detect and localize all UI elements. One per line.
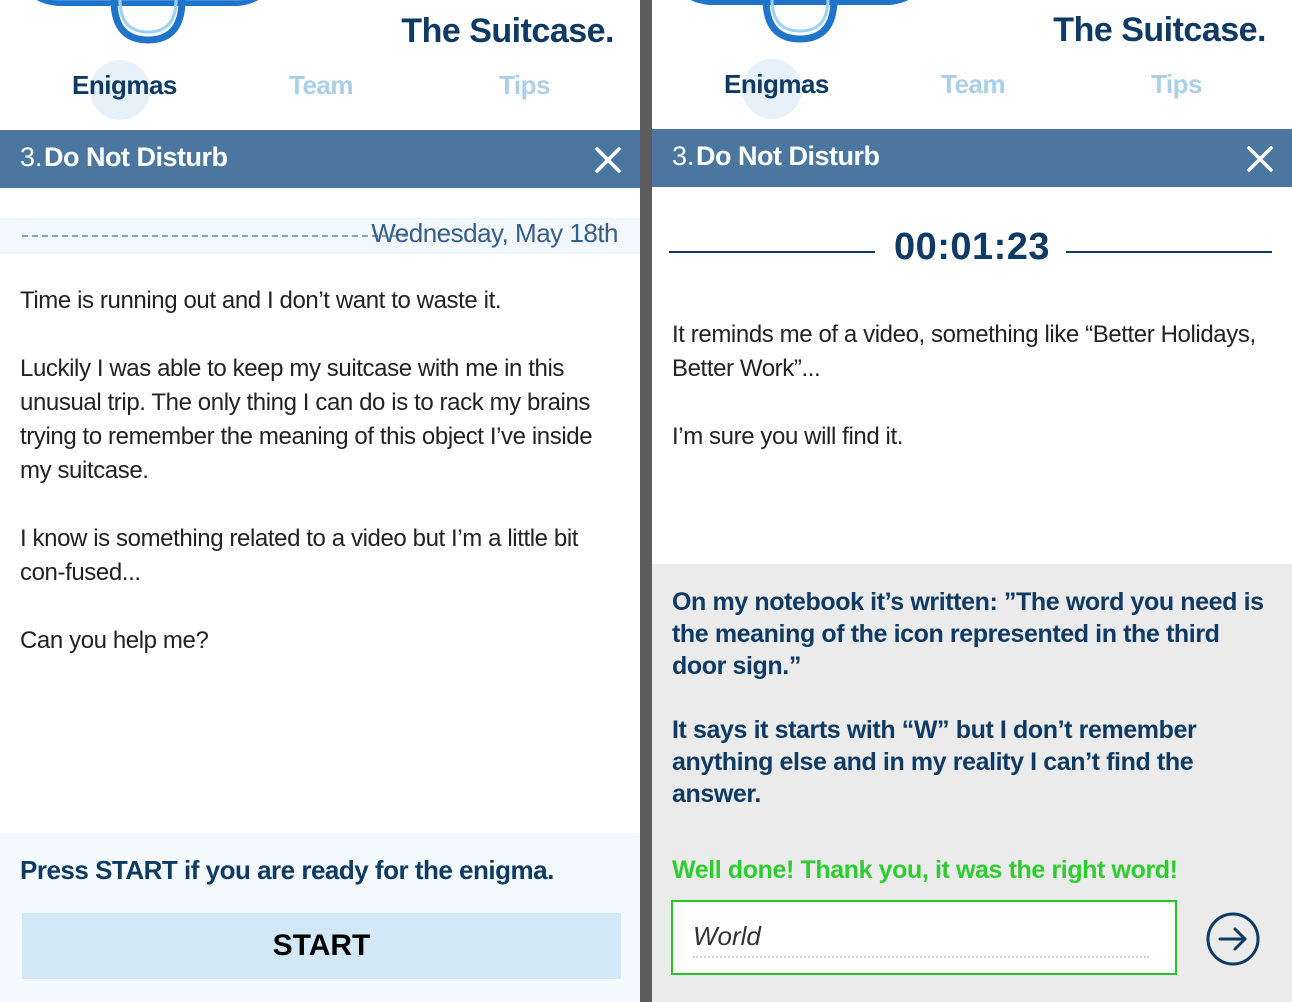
suitcase-logo xyxy=(36,0,259,44)
suitcase-logo xyxy=(690,0,909,43)
tab-enigmas[interactable]: Enigmas xyxy=(72,70,177,101)
story-paragraph: I’m sure you will find it. xyxy=(672,423,904,450)
right-screen: The Suitcase. Enigmas Team Tips 3. Do No… xyxy=(652,0,1292,1002)
tab-team[interactable]: Team xyxy=(289,70,354,101)
story-text: Time is running out and I don’t want to … xyxy=(20,284,620,692)
answer-field-box xyxy=(671,900,1177,975)
countdown-timer: 00:01:23 xyxy=(893,226,1051,268)
enigma-title-bar: 3. Do Not Disturb xyxy=(652,129,1292,187)
tab-team[interactable]: Team xyxy=(941,69,1006,100)
hint-area: On my notebook it’s written: ”The word y… xyxy=(652,564,1292,1002)
timer-divider-right xyxy=(1066,251,1272,253)
enigma-title-bar: 3. Do Not Disturb xyxy=(0,130,640,188)
tab-tips[interactable]: Tips xyxy=(499,70,550,101)
start-button[interactable]: START xyxy=(22,913,621,979)
start-prompt: Press START if you are ready for the eni… xyxy=(20,855,554,885)
date-divider xyxy=(22,235,408,237)
story-paragraph: Time is running out and I don’t want to … xyxy=(20,287,502,314)
hint-text: On my notebook it’s written: ”The word y… xyxy=(672,586,1272,842)
enigma-title: Do Not Disturb xyxy=(696,141,880,171)
story-paragraph: Luckily I was able to keep my suitcase w… xyxy=(20,355,593,484)
app-title: The Suitcase. xyxy=(401,12,614,50)
tab-enigmas[interactable]: Enigmas xyxy=(724,69,829,100)
story-paragraph: It reminds me of a video, something like… xyxy=(672,321,1256,382)
story-date: Wednesday, May 18th xyxy=(371,218,618,248)
date-strip: Wednesday, May 18th xyxy=(0,218,640,254)
app-header: The Suitcase. Enigmas Team Tips xyxy=(652,0,1292,130)
story-text: It reminds me of a video, something like… xyxy=(672,318,1272,488)
arrow-right-circle-icon[interactable] xyxy=(1205,911,1261,967)
left-screen: The Suitcase. Enigmas Team Tips 3. Do No… xyxy=(0,0,640,1002)
story-paragraph: I know is something related to a video b… xyxy=(20,525,579,586)
main-nav: Enigmas Team Tips xyxy=(0,60,640,120)
answer-input[interactable] xyxy=(693,916,1149,958)
app-title: The Suitcase. xyxy=(1053,11,1266,49)
main-nav: Enigmas Team Tips xyxy=(652,59,1292,119)
app-header: The Suitcase. Enigmas Team Tips xyxy=(0,0,640,130)
enigma-number: 3. xyxy=(20,142,43,172)
tab-tips[interactable]: Tips xyxy=(1151,69,1202,100)
start-area: Press START if you are ready for the eni… xyxy=(0,833,640,1002)
enigma-title: Do Not Disturb xyxy=(44,142,228,172)
close-icon[interactable] xyxy=(1244,143,1276,175)
hint-paragraph: On my notebook it’s written: ”The word y… xyxy=(672,588,1264,680)
close-icon[interactable] xyxy=(592,144,624,176)
hint-paragraph: It says it starts with “W” but I don’t r… xyxy=(672,716,1197,808)
enigma-number: 3. xyxy=(672,141,695,171)
success-message: Well done! Thank you, it was the right w… xyxy=(672,856,1178,884)
story-paragraph: Can you help me? xyxy=(20,627,209,654)
